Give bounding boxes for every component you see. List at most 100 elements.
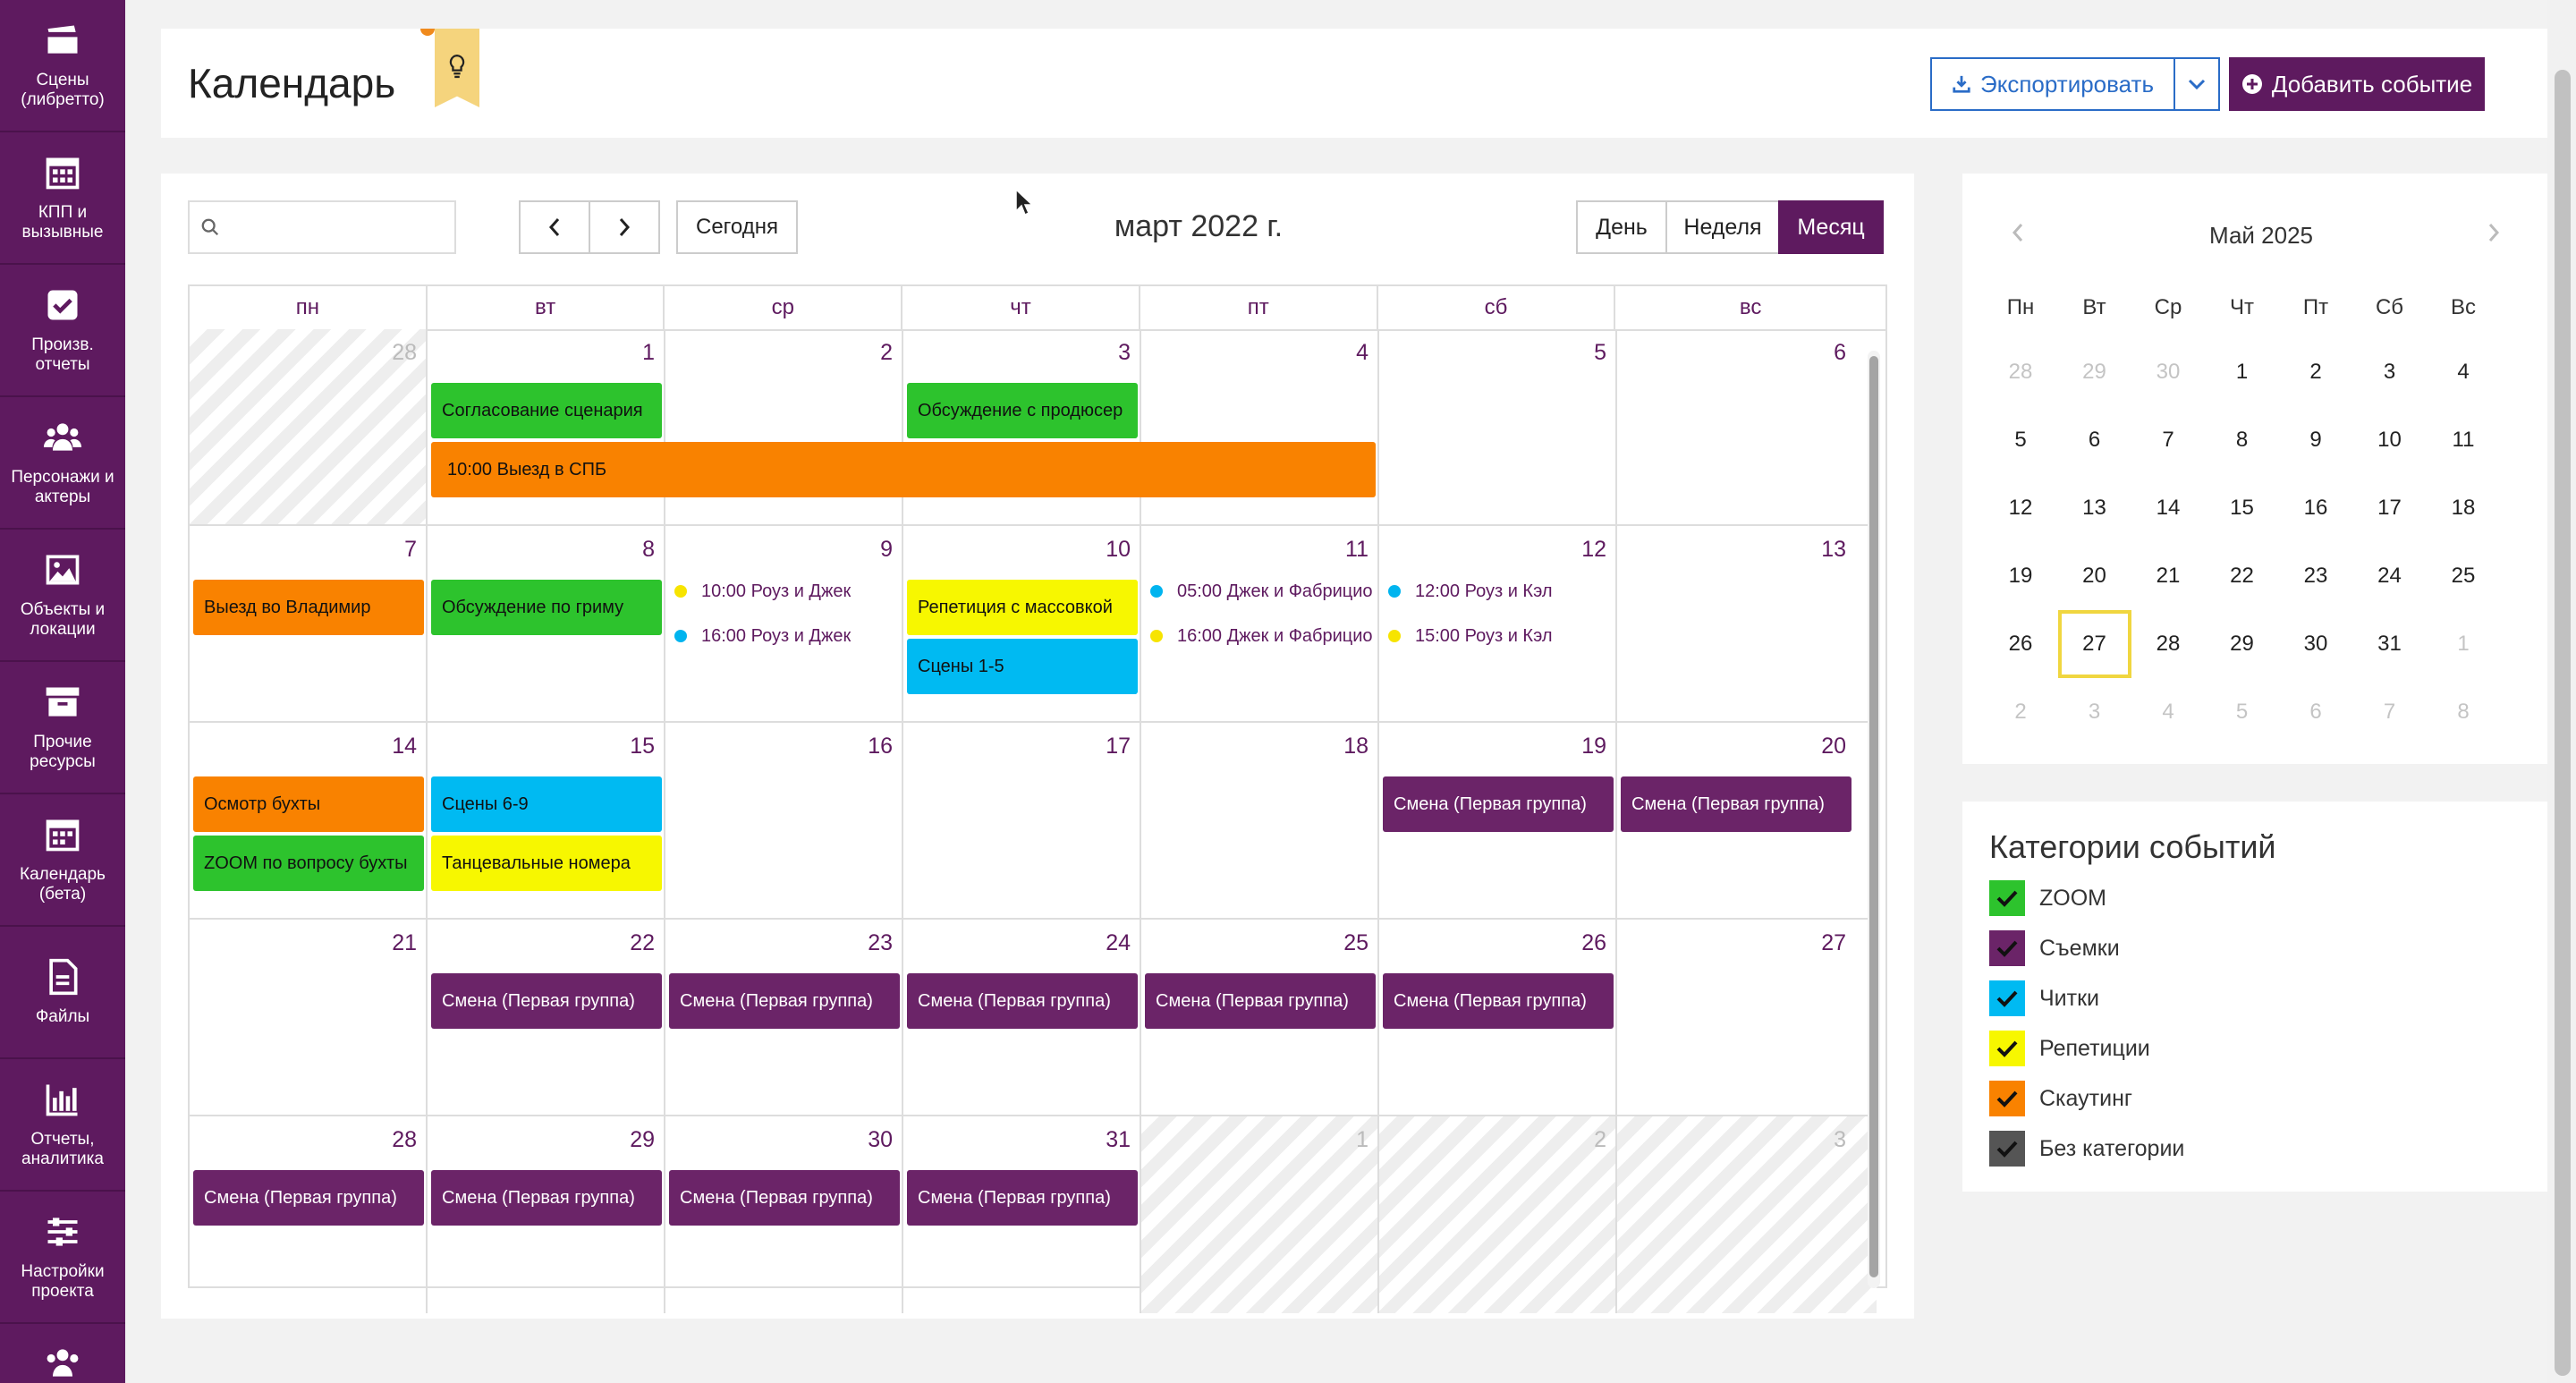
mini-day[interactable]: 18 xyxy=(2427,474,2500,542)
day-number[interactable]: 23 xyxy=(868,930,893,956)
calendar-event[interactable]: Смена (Первая группа) xyxy=(669,1170,900,1226)
calendar-timed-event[interactable]: 05:00 Джек и Фабрицио xyxy=(1150,578,1376,605)
mini-day[interactable]: 23 xyxy=(2279,542,2352,610)
category-filter[interactable]: Скаутинг xyxy=(1989,1081,2132,1116)
mini-day[interactable]: 11 xyxy=(2427,406,2500,474)
category-checkbox[interactable] xyxy=(1989,1031,2025,1066)
mini-day[interactable]: 20 xyxy=(2058,542,2131,610)
calendar-timed-event[interactable]: 16:00 Роуз и Джек xyxy=(674,623,900,649)
mini-day[interactable]: 7 xyxy=(2353,678,2427,746)
calendar-event[interactable]: Смена (Первая группа) xyxy=(1383,973,1614,1029)
scrollbar-thumb[interactable] xyxy=(1869,356,1878,1277)
mini-day[interactable]: 10 xyxy=(2353,406,2427,474)
day-cell[interactable]: 18 xyxy=(1141,723,1379,920)
day-number[interactable]: 17 xyxy=(1106,734,1131,759)
mini-day[interactable]: 12 xyxy=(1984,474,2057,542)
day-number[interactable]: 1 xyxy=(642,340,655,366)
mini-day[interactable]: 2 xyxy=(2279,338,2352,406)
day-cell[interactable]: 6 xyxy=(1617,329,1877,526)
category-filter[interactable]: Читки xyxy=(1989,980,2099,1016)
calendar-event[interactable]: Смена (Первая группа) xyxy=(669,973,900,1029)
mini-day[interactable]: 24 xyxy=(2353,542,2427,610)
export-button[interactable]: Экспортировать xyxy=(1930,57,2175,111)
day-cell[interactable]: 16 xyxy=(665,723,903,920)
mini-day[interactable]: 16 xyxy=(2279,474,2352,542)
mini-day[interactable]: 29 xyxy=(2206,610,2279,678)
calendar-event[interactable]: 10:00 Выезд в СПБ xyxy=(431,442,1376,497)
day-number[interactable]: 2 xyxy=(880,340,893,366)
category-checkbox[interactable] xyxy=(1989,930,2025,966)
mini-day[interactable]: 31 xyxy=(2353,610,2427,678)
day-number[interactable]: 24 xyxy=(1106,930,1131,956)
category-filter[interactable]: Съемки xyxy=(1989,930,2120,966)
sidebar-item-scenes[interactable]: Сцены (либретто) xyxy=(0,0,125,132)
day-number[interactable]: 31 xyxy=(1106,1127,1131,1153)
category-checkbox[interactable] xyxy=(1989,1131,2025,1167)
mini-day[interactable]: 15 xyxy=(2206,474,2279,542)
day-cell[interactable]: 13 xyxy=(1617,526,1877,723)
day-number[interactable]: 25 xyxy=(1343,930,1368,956)
page-scrollbar-thumb[interactable] xyxy=(2555,70,2571,1376)
calendar-timed-event[interactable]: 12:00 Роуз и Кэл xyxy=(1388,578,1614,605)
calendar-timed-event[interactable]: 16:00 Джек и Фабрицио xyxy=(1150,623,1376,649)
day-number[interactable]: 27 xyxy=(1821,930,1846,956)
sidebar-item-files[interactable]: Файлы xyxy=(0,927,125,1059)
tip-bookmark[interactable] xyxy=(435,29,479,107)
day-cell[interactable]: 3 xyxy=(1617,1116,1877,1313)
mini-day[interactable]: 25 xyxy=(2427,542,2500,610)
day-cell[interactable]: 28 xyxy=(190,329,428,526)
mini-day[interactable]: 28 xyxy=(2131,610,2205,678)
day-cell[interactable]: 5 xyxy=(1379,329,1617,526)
mini-day[interactable]: 2 xyxy=(1984,678,2057,746)
calendar-event[interactable]: Осмотр бухты xyxy=(193,776,424,832)
day-number[interactable]: 4 xyxy=(1356,340,1368,366)
mini-day[interactable]: 6 xyxy=(2279,678,2352,746)
day-number[interactable]: 8 xyxy=(642,537,655,563)
day-number[interactable]: 16 xyxy=(868,734,893,759)
sidebar-item-locations[interactable]: Объекты и локации xyxy=(0,530,125,662)
mini-day[interactable]: 22 xyxy=(2206,542,2279,610)
day-cell[interactable]: 1 xyxy=(1141,1116,1379,1313)
search-box[interactable] xyxy=(188,200,456,254)
day-number[interactable]: 7 xyxy=(404,537,417,563)
view-month-button[interactable]: Месяц xyxy=(1778,200,1884,254)
day-number[interactable]: 28 xyxy=(392,340,417,366)
calendar-event[interactable]: Смена (Первая группа) xyxy=(193,1170,424,1226)
export-dropdown-button[interactable] xyxy=(2174,57,2220,111)
mini-day[interactable]: 8 xyxy=(2206,406,2279,474)
mini-day[interactable]: 4 xyxy=(2131,678,2205,746)
day-number[interactable]: 2 xyxy=(1594,1127,1606,1153)
day-number[interactable]: 28 xyxy=(392,1127,417,1153)
day-cell[interactable]: 27 xyxy=(1617,920,1877,1116)
mini-day[interactable]: 14 xyxy=(2131,474,2205,542)
sidebar-item-kpp[interactable]: КПП и вызывные xyxy=(0,132,125,265)
mini-day[interactable]: 7 xyxy=(2131,406,2205,474)
calendar-event[interactable]: Согласование сценария xyxy=(431,383,662,438)
today-button[interactable]: Сегодня xyxy=(676,200,798,254)
category-checkbox[interactable] xyxy=(1989,1081,2025,1116)
day-cell[interactable]: 17 xyxy=(903,723,1141,920)
view-day-button[interactable]: День xyxy=(1576,200,1667,254)
mini-day[interactable]: 19 xyxy=(1984,542,2057,610)
mini-day[interactable]: 26 xyxy=(1984,610,2057,678)
category-filter[interactable]: ZOOM xyxy=(1989,880,2106,916)
next-month-button[interactable] xyxy=(589,200,660,254)
day-number[interactable]: 14 xyxy=(392,734,417,759)
day-number[interactable]: 30 xyxy=(868,1127,893,1153)
mini-day[interactable]: 3 xyxy=(2353,338,2427,406)
day-number[interactable]: 13 xyxy=(1821,537,1846,563)
category-checkbox[interactable] xyxy=(1989,880,2025,916)
day-number[interactable]: 18 xyxy=(1343,734,1368,759)
day-number[interactable]: 20 xyxy=(1821,734,1846,759)
calendar-event[interactable]: Сцены 6-9 xyxy=(431,776,662,832)
day-number[interactable]: 22 xyxy=(630,930,655,956)
day-number[interactable]: 29 xyxy=(630,1127,655,1153)
mini-day[interactable]: 13 xyxy=(2058,474,2131,542)
calendar-event[interactable]: Танцевальные номера xyxy=(431,836,662,891)
mini-day[interactable]: 21 xyxy=(2131,542,2205,610)
calendar-event[interactable]: Репетиция с массовкой xyxy=(907,580,1138,635)
mini-day[interactable]: 5 xyxy=(2206,678,2279,746)
category-filter[interactable]: Без категории xyxy=(1989,1131,2184,1167)
day-number[interactable]: 21 xyxy=(392,930,417,956)
calendar-event[interactable]: Смена (Первая группа) xyxy=(1621,776,1852,832)
